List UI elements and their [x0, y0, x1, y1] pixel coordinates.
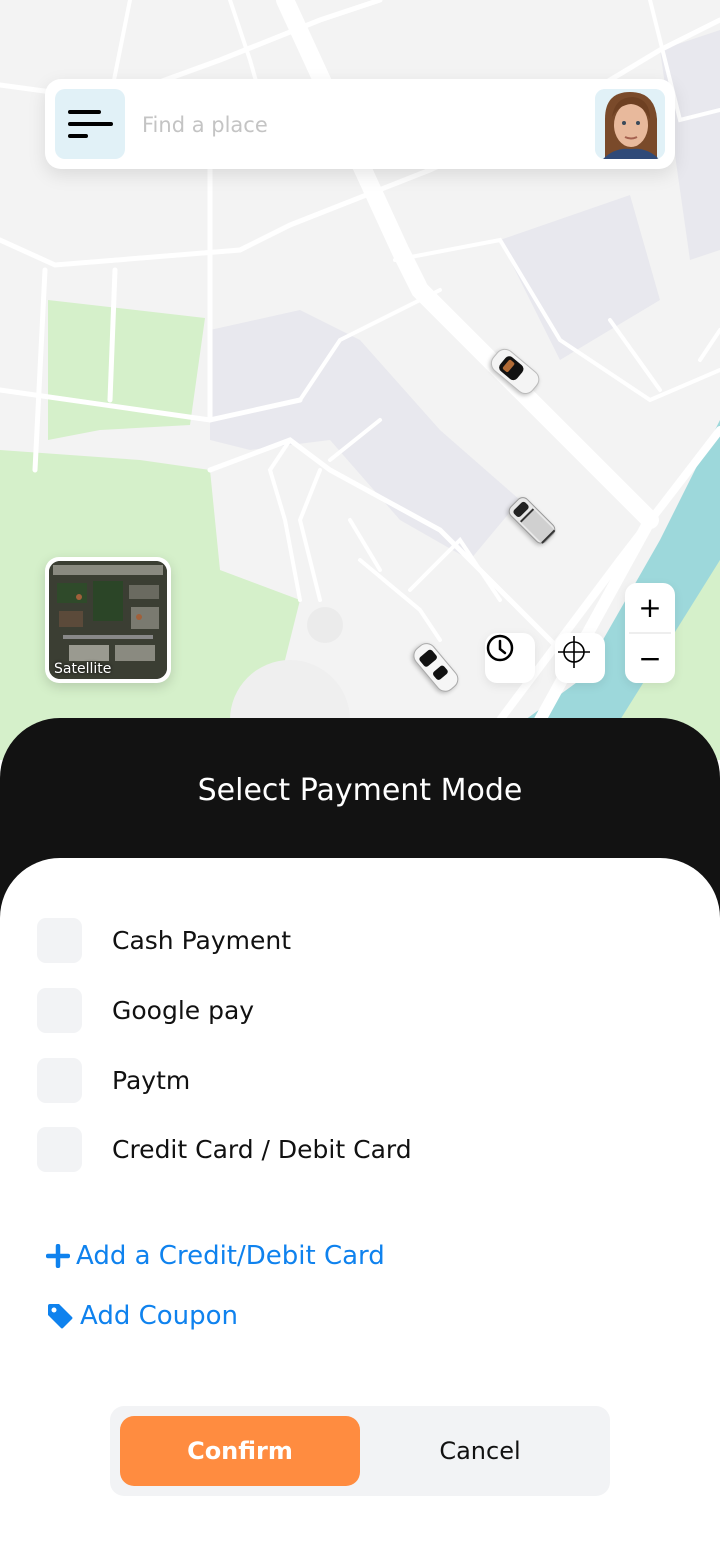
search-bar — [45, 79, 675, 169]
payment-option-card[interactable]: Credit Card / Debit Card — [37, 1127, 637, 1172]
clock-icon — [486, 634, 514, 662]
checkbox[interactable] — [37, 988, 82, 1033]
add-card-link[interactable]: Add a Credit/Debit Card — [46, 1241, 385, 1271]
payment-option-cash[interactable]: Cash Payment — [37, 918, 637, 963]
add-card-label: Add a Credit/Debit Card — [76, 1241, 385, 1271]
cancel-button[interactable]: Cancel — [360, 1416, 600, 1486]
menu-button[interactable] — [55, 89, 125, 159]
option-label: Credit Card / Debit Card — [112, 1135, 412, 1164]
avatar[interactable] — [595, 89, 665, 159]
satellite-label: Satellite — [54, 661, 112, 677]
zoom-out-button[interactable]: − — [625, 634, 675, 683]
option-label: Cash Payment — [112, 926, 292, 955]
crosshair-icon — [558, 636, 590, 668]
confirm-button[interactable]: Confirm — [120, 1416, 360, 1486]
action-button-group: Confirm Cancel — [110, 1406, 610, 1496]
zoom-control: + − — [625, 583, 675, 683]
user-avatar-icon — [595, 89, 665, 159]
map-view[interactable]: Satellite + − — [0, 0, 720, 760]
plus-icon — [46, 1244, 70, 1268]
zoom-in-button[interactable]: + — [625, 583, 675, 632]
checkbox[interactable] — [37, 1058, 82, 1103]
checkbox[interactable] — [37, 1127, 82, 1172]
payment-option-google-pay[interactable]: Google pay — [37, 988, 637, 1033]
add-coupon-label: Add Coupon — [80, 1301, 239, 1331]
history-button[interactable] — [485, 633, 535, 683]
search-input[interactable] — [140, 104, 574, 146]
checkbox[interactable] — [37, 918, 82, 963]
sheet-title: Select Payment Mode — [197, 773, 523, 808]
option-label: Paytm — [112, 1066, 191, 1095]
tag-icon — [46, 1302, 74, 1330]
add-coupon-link[interactable]: Add Coupon — [46, 1301, 238, 1331]
option-label: Google pay — [112, 996, 255, 1025]
satellite-toggle[interactable]: Satellite — [45, 557, 171, 683]
locate-button[interactable] — [555, 633, 605, 683]
payment-option-paytm[interactable]: Paytm — [37, 1058, 637, 1103]
